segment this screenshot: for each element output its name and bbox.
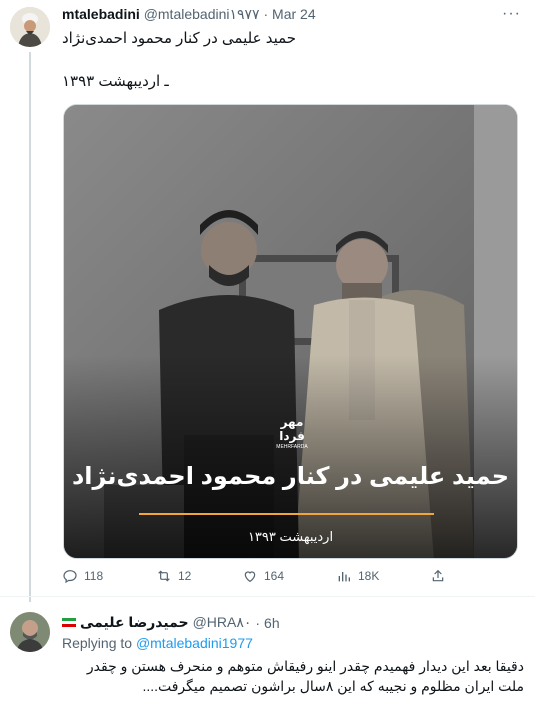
reply-count: 118 (84, 569, 104, 583)
watermark-logo: مهر فردا MEHRFARDA (276, 415, 308, 450)
view-count: 18K (358, 569, 380, 583)
replying-to-link[interactable]: @mtalebadini1977 (136, 635, 253, 651)
tweet-date-line: ـ اردیبهشت ۱۳۹۳ (62, 73, 169, 90)
views-button[interactable]: 18K (336, 568, 379, 584)
more-icon[interactable]: ··· (502, 5, 521, 23)
reply-avatar[interactable] (10, 612, 50, 652)
share-icon (432, 569, 444, 582)
tweet-text: حمید علیمی در کنار محمود احمدی‌نژاد (62, 30, 297, 47)
retweet-button[interactable]: 12 (156, 568, 191, 584)
iran-flag-icon (62, 617, 76, 628)
reply-separator: · (255, 614, 261, 631)
replying-prefix: Replying to (62, 635, 133, 651)
reply-header: حمیدرضا علیمی @HRA۸۰ · 6h (62, 614, 280, 631)
views-icon (338, 572, 350, 582)
replying-to: Replying to @mtalebadini1977 (62, 635, 253, 651)
reply-text: دقیقا بعد این دیدار فهمیدم چقدر اینو رفی… (86, 658, 524, 694)
reply-button[interactable]: 118 (62, 568, 103, 584)
photo-caption-date: اردیبهشت ۱۳۹۳ (247, 529, 334, 544)
avatar[interactable] (10, 7, 50, 47)
heart-icon (244, 571, 256, 583)
like-count: 164 (264, 569, 285, 583)
retweet-count: 12 (178, 569, 192, 583)
reply-display-name[interactable]: حمیدرضا علیمی (80, 614, 189, 631)
tweet-actions: 118 12 164 18K (62, 568, 522, 590)
like-button[interactable]: 164 (242, 568, 284, 584)
share-button[interactable] (430, 568, 446, 584)
reply-handle[interactable]: @HRA۸۰ (193, 614, 252, 631)
photo-caption-title: حمید علیمی در کنار محمود احمدی‌نژاد (71, 463, 510, 490)
reply-timestamp[interactable]: 6h (264, 615, 280, 631)
tweet-photo[interactable]: مهر فردا MEHRFARDA حمید علیمی در کنار مح… (63, 104, 518, 559)
display-name[interactable]: mtalebadini (62, 6, 140, 22)
thread-line (29, 52, 31, 602)
caption-divider (139, 513, 434, 515)
separator: · (263, 6, 269, 22)
tweet-header: mtalebadini @mtalebadini۱۹۷۷ · Mar 24 (62, 6, 316, 23)
reply-icon (63, 570, 77, 584)
timestamp[interactable]: Mar 24 (272, 6, 316, 22)
handle[interactable]: @mtalebadini۱۹۷۷ (144, 6, 260, 22)
retweet-icon (158, 570, 170, 582)
